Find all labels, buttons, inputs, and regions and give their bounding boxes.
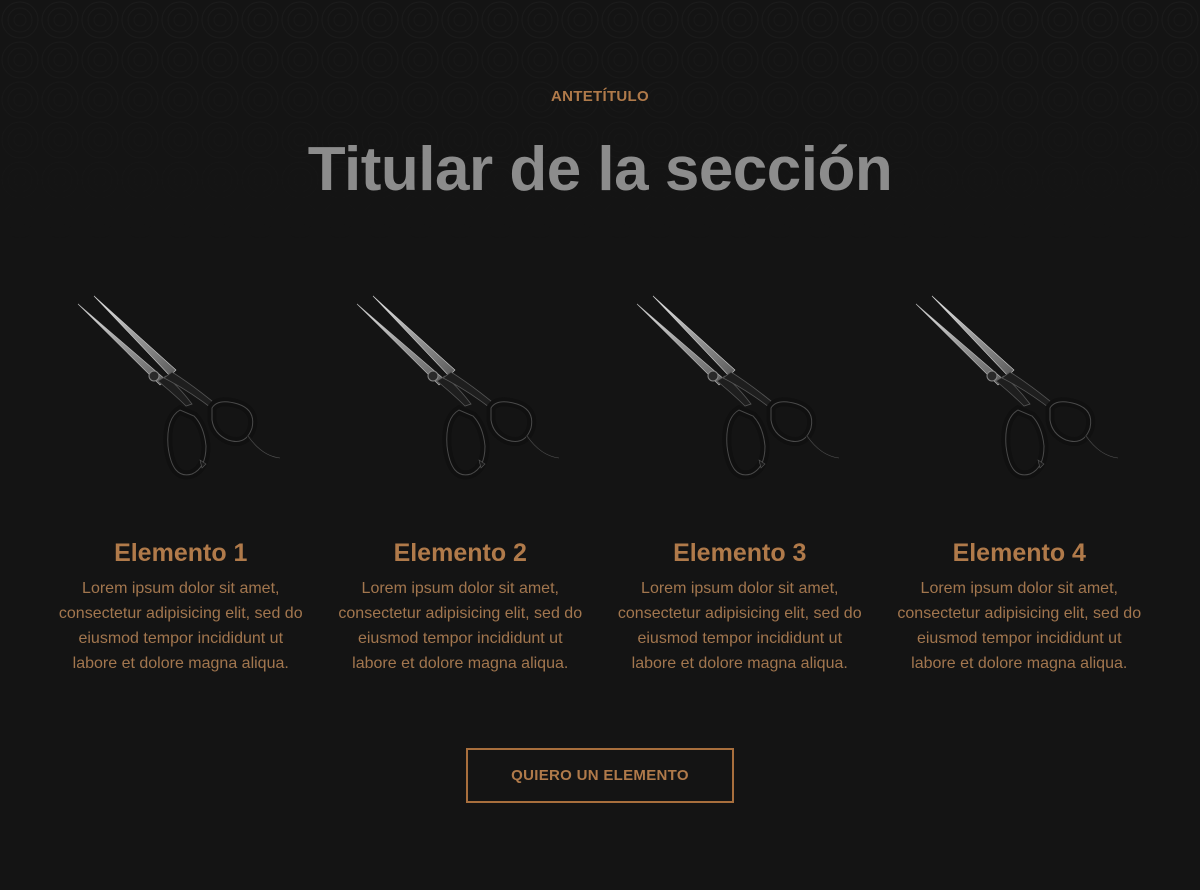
scissors-icon [355,286,565,486]
item-description: Lorem ipsum dolor sit amet, consectetur … [338,580,583,672]
item-card: Elemento 4 Lorem ipsum dolor sit amet, c… [880,286,1160,676]
scissors-icon [635,286,845,486]
item-card: Elemento 3 Lorem ipsum dolor sit amet, c… [600,286,880,676]
item-title: Elemento 3 [673,539,807,567]
section-headline: Titular de la sección [307,135,893,204]
item-title: Elemento 4 [952,539,1086,567]
item-card: Elemento 2 Lorem ipsum dolor sit amet, c… [321,286,601,676]
item-description: Lorem ipsum dolor sit amet, consectetur … [58,580,303,672]
item-description: Lorem ipsum dolor sit amet, consectetur … [897,580,1142,672]
section-eyebrow: ANTETÍTULO [551,88,649,105]
item-title: Elemento 1 [114,539,248,567]
item-title: Elemento 2 [393,539,527,567]
scissors-icon [76,286,286,486]
cta-button[interactable]: QUIERO UN ELEMENTO [466,748,734,803]
scissors-icon [914,286,1124,486]
item-description: Lorem ipsum dolor sit amet, consectetur … [617,580,862,672]
items-grid: Elemento 1 Lorem ipsum dolor sit amet, c… [41,286,1159,676]
item-card: Elemento 1 Lorem ipsum dolor sit amet, c… [41,286,321,676]
